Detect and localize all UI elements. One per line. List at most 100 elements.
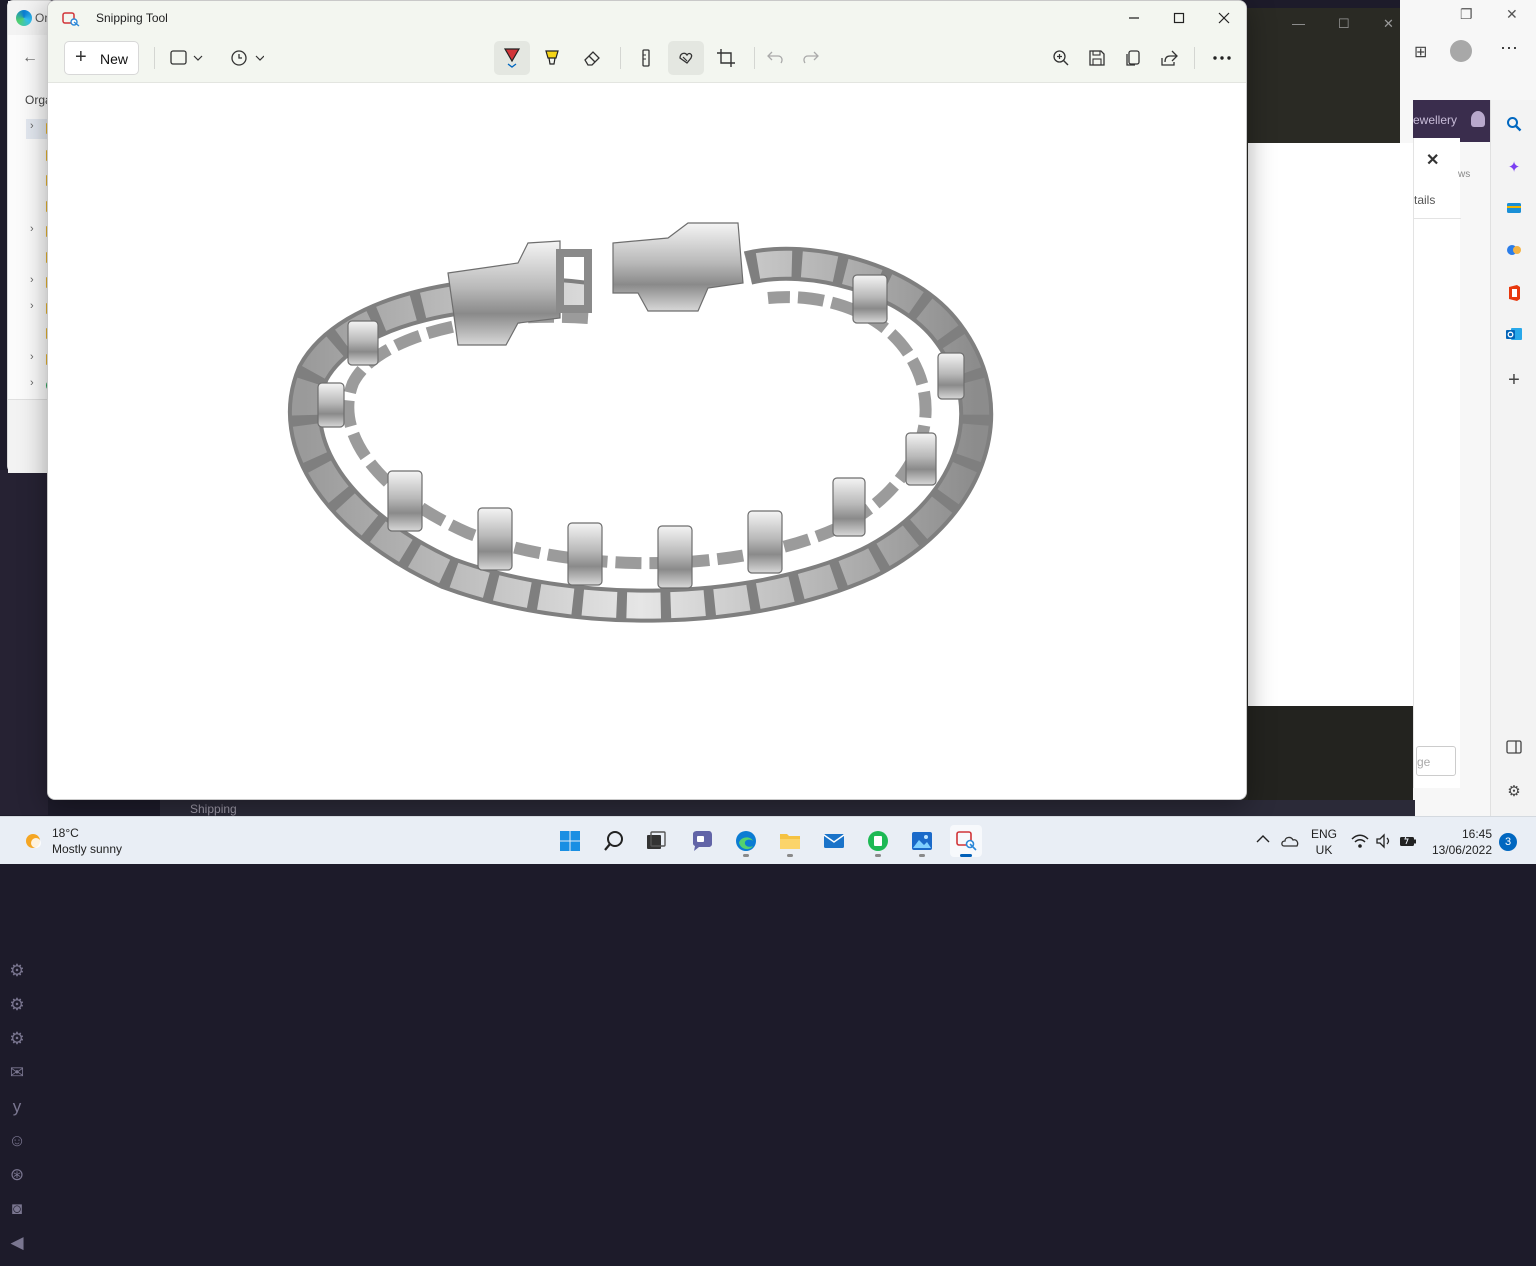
user-icon[interactable] [1471, 111, 1485, 127]
save-icon [1089, 50, 1105, 66]
copy-button[interactable] [1116, 41, 1150, 75]
task-view-button[interactable] [640, 825, 672, 857]
search-icon [604, 831, 623, 851]
sun-icon[interactable] [22, 830, 44, 852]
file-explorer-button[interactable] [774, 825, 806, 857]
windows-logo-icon [560, 831, 580, 851]
camera-icon: ◙ [11, 1199, 23, 1218]
ruler-button[interactable] [628, 41, 664, 75]
clock[interactable]: 16:45 13/06/2022 [1426, 826, 1492, 858]
gear-icon: ⚙ [9, 1029, 25, 1048]
details-tab[interactable]: tails [1414, 193, 1435, 207]
chat-icon [693, 831, 712, 851]
new-button-label: New [100, 51, 129, 67]
redo-button[interactable] [792, 41, 828, 75]
highlighter-button[interactable] [534, 41, 570, 75]
timer-icon [231, 50, 264, 66]
sidebar-toggle-icon[interactable] [1504, 740, 1524, 760]
close-icon[interactable]: ✕ [1506, 6, 1518, 23]
crop-icon [717, 49, 735, 67]
mail-icon [823, 834, 845, 848]
ballpoint-pen-button[interactable] [494, 41, 530, 75]
taskbar: 18°C Mostly sunny ENG UK 16:45 13/06/202… [0, 816, 1536, 864]
back-arrow-icon[interactable]: ← [22, 49, 38, 67]
photos-icon [912, 832, 932, 850]
more-icon[interactable]: ⋯ [1500, 38, 1518, 59]
avatar[interactable] [1450, 40, 1472, 62]
window-title: Snipping Tool [96, 11, 168, 25]
gear-icon[interactable]: ⚙ [1504, 782, 1524, 802]
add-icon[interactable]: + [1504, 370, 1524, 390]
more-options-button[interactable] [1204, 41, 1240, 75]
crop-button[interactable] [708, 41, 744, 75]
touch-writing-icon [679, 52, 693, 64]
zoom-in-icon [1053, 50, 1069, 66]
settings-icon: ⊛ [9, 1165, 25, 1184]
language-indicator[interactable]: ENG UK [1310, 826, 1338, 858]
maximize-button[interactable] [1156, 1, 1202, 35]
wifi-icon[interactable] [1350, 831, 1370, 851]
photos-button[interactable] [906, 825, 938, 857]
clock-time: 16:45 [1461, 827, 1492, 841]
gear-icon: ⚙ [9, 995, 25, 1014]
snipping-mode-dropdown[interactable] [164, 41, 210, 75]
mail-button[interactable] [818, 825, 850, 857]
collections-icon[interactable]: ⊞ [1414, 42, 1427, 62]
restore-icon[interactable]: ❐ [1460, 6, 1473, 23]
save-button[interactable] [1080, 41, 1114, 75]
games-icon[interactable] [1504, 242, 1524, 262]
undo-button[interactable] [758, 41, 794, 75]
people-icon: ☺ [8, 1131, 26, 1150]
touch-writing-button[interactable] [668, 41, 704, 75]
chevron-up-icon[interactable] [1256, 832, 1270, 847]
volume-icon[interactable] [1374, 831, 1394, 851]
outlook-icon[interactable] [1504, 326, 1524, 346]
snip-canvas[interactable] [48, 83, 1246, 799]
edge-button[interactable] [730, 825, 762, 857]
details-ws-label: ws [1458, 169, 1471, 180]
shipping-item[interactable]: Shipping [190, 802, 237, 816]
minimize-icon[interactable]: — [1292, 16, 1305, 31]
zoom-button[interactable] [1044, 41, 1078, 75]
snipping-tool-window: Snipping Tool + New [47, 0, 1247, 800]
clock-date: 13/06/2022 [1431, 843, 1492, 857]
keyboard-layout: UK [1315, 843, 1333, 857]
weather-description[interactable]: Mostly sunny [52, 842, 122, 856]
task-view-icon [647, 831, 666, 849]
minimize-button[interactable] [1111, 1, 1157, 35]
timer-dropdown[interactable] [224, 41, 270, 75]
sparkle-icon[interactable]: ✦ [1504, 158, 1524, 178]
close-icon[interactable]: ✕ [1426, 150, 1439, 170]
rectangle-mode-icon [170, 50, 203, 65]
maximize-icon[interactable]: ☐ [1338, 16, 1350, 32]
battery-icon[interactable] [1398, 831, 1418, 851]
plus-icon: + [75, 46, 87, 68]
close-icon[interactable]: ✕ [1383, 16, 1394, 32]
gear-icon: ⚙ [9, 961, 25, 980]
toolbox-icon[interactable] [1504, 200, 1524, 220]
teams-chat-button[interactable] [686, 825, 718, 857]
search-button[interactable] [598, 825, 630, 857]
app-header-bar: ewellery [1413, 100, 1490, 142]
weather-temperature[interactable]: 18°C [52, 826, 79, 840]
office-icon[interactable] [1504, 284, 1524, 304]
edge-logo-icon [16, 10, 32, 26]
snipping-tool-taskbar-button[interactable] [950, 825, 982, 857]
notification-badge[interactable]: 3 [1499, 833, 1517, 851]
background-dark-strip [1248, 706, 1413, 806]
search-icon[interactable] [1504, 116, 1524, 136]
share-button[interactable] [1152, 41, 1186, 75]
start-button[interactable] [554, 825, 586, 857]
language-code: ENG [1310, 827, 1337, 841]
spotify-button[interactable] [862, 825, 894, 857]
background-content-panel [1248, 143, 1413, 706]
title-bar: Snipping Tool [48, 1, 1246, 35]
green-app-icon [868, 831, 888, 851]
onedrive-icon[interactable] [1280, 831, 1300, 851]
eraser-button[interactable] [574, 41, 610, 75]
new-snip-button[interactable]: + New [64, 41, 139, 75]
copy-icon [1126, 50, 1140, 66]
page-button[interactable]: ge [1416, 746, 1456, 776]
snipping-tool-icon [62, 12, 80, 27]
close-button[interactable] [1201, 1, 1246, 35]
